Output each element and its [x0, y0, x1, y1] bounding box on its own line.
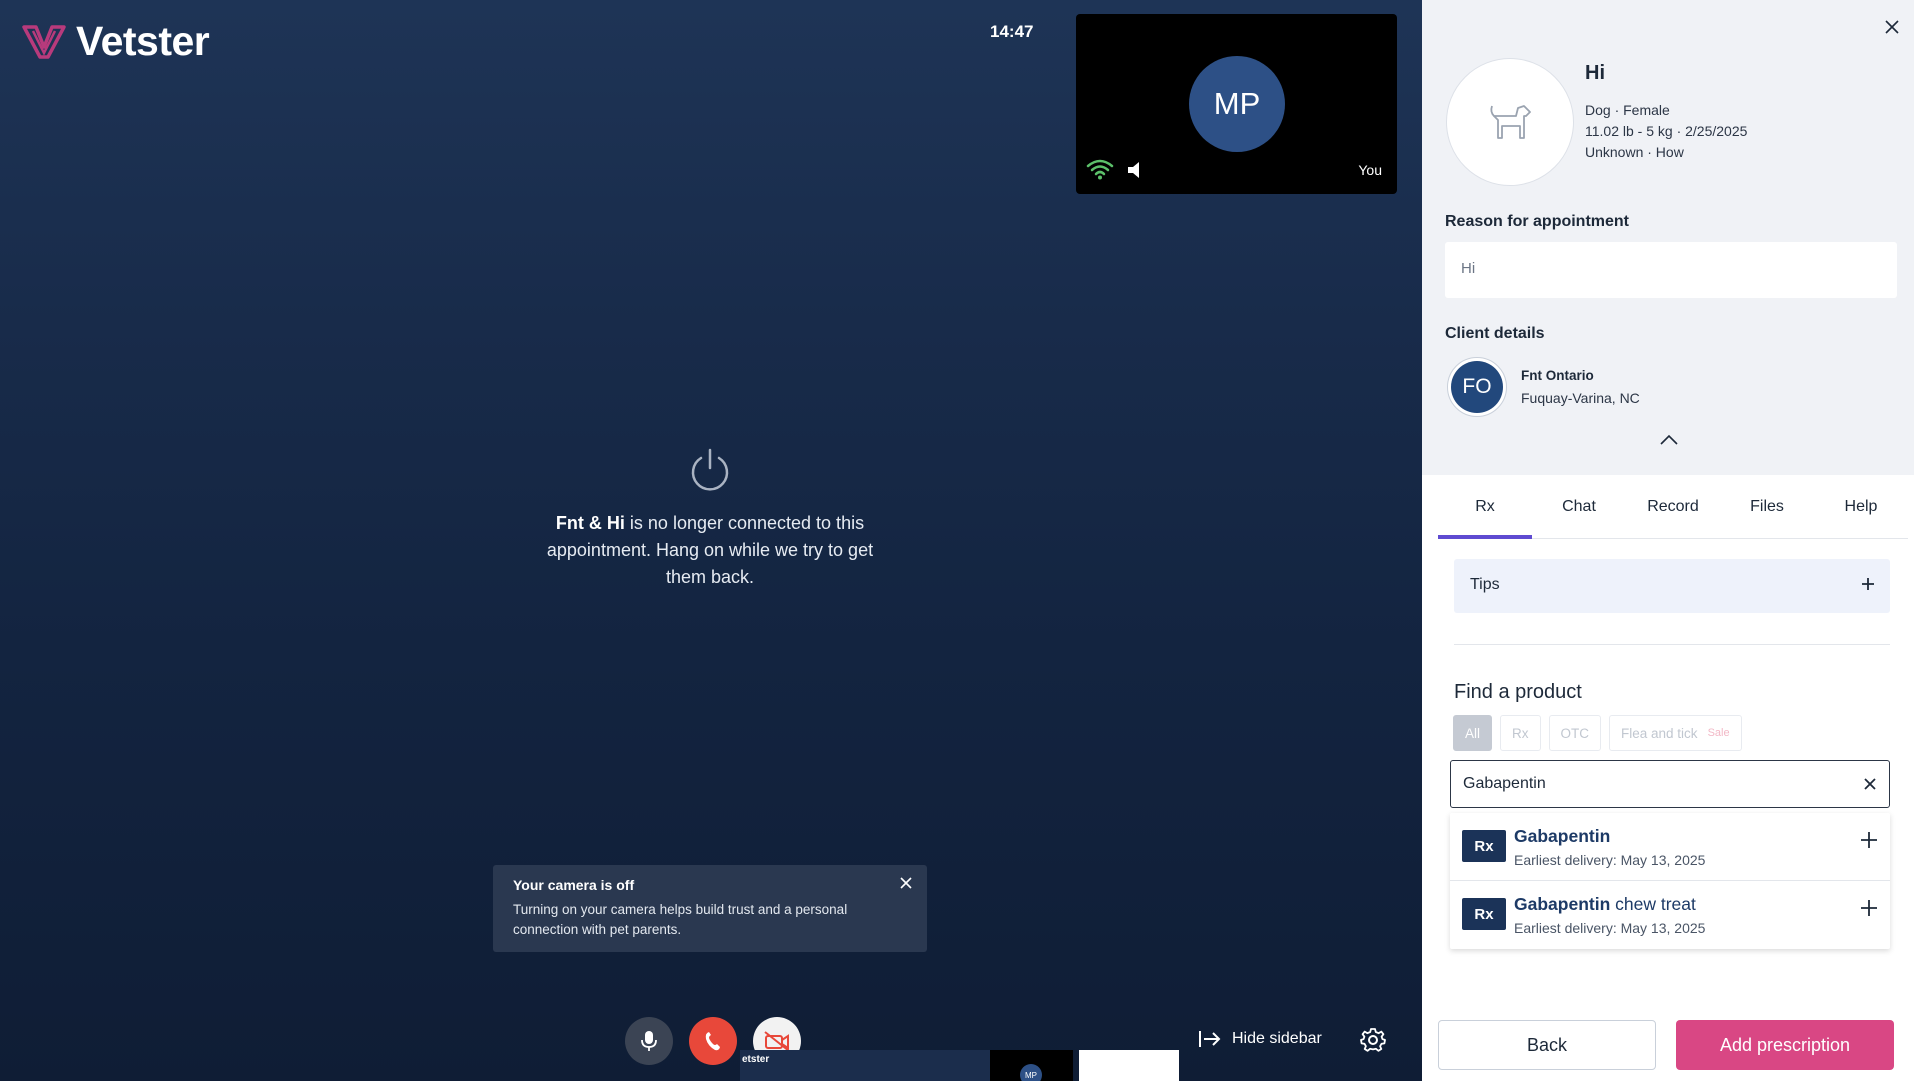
product-search: [1450, 760, 1890, 808]
rx-badge: Rx: [1462, 898, 1506, 930]
result-delivery: Earliest delivery: May 13, 2025: [1514, 920, 1706, 936]
product-search-input[interactable]: [1463, 775, 1863, 793]
back-button[interactable]: Back: [1438, 1020, 1656, 1070]
camera-off-toast: Your camera is off Turning on your camer…: [493, 865, 927, 952]
add-product-icon[interactable]: [1860, 831, 1878, 849]
rx-badge: Rx: [1462, 830, 1506, 862]
product-filter-chips: All Rx OTC Flea and tick Sale: [1453, 715, 1742, 751]
disconnected-names: Fnt & Hi: [555, 513, 625, 533]
camera-off-icon: [764, 1031, 790, 1052]
vetster-wordmark: Vetster: [76, 18, 210, 64]
video-area: Vetster 14:47 MP You Fnt & Hi is no long…: [0, 0, 1422, 1081]
result-delivery: Earliest delivery: May 13, 2025: [1514, 852, 1706, 868]
self-view-label: You: [1358, 162, 1382, 178]
filter-flea-tick-label: Flea and tick: [1621, 725, 1698, 741]
client-name: Fnt Ontario: [1521, 368, 1594, 383]
tab-chat[interactable]: Chat: [1532, 475, 1626, 538]
thumbnail-sidebar: [1079, 1050, 1179, 1081]
phone-icon: [705, 1032, 720, 1051]
vetster-logo: Vetster: [22, 18, 210, 65]
thumbnail-label: etster: [740, 1050, 990, 1081]
close-sidebar-icon[interactable]: [1884, 19, 1900, 35]
speaker-icon[interactable]: [1126, 160, 1144, 180]
tab-files[interactable]: Files: [1720, 475, 1814, 538]
result-name-suffix: chew treat: [1610, 894, 1696, 914]
pet-weight-dob: 11.02 lb - 5 kg · 2/25/2025: [1585, 123, 1748, 139]
find-product-title: Find a product: [1454, 681, 1582, 703]
screen-share-thumbnail: etster MP: [740, 1050, 1179, 1081]
tab-record[interactable]: Record: [1626, 475, 1720, 538]
result-name-match: Gabapentin: [1514, 826, 1611, 846]
toast-title: Your camera is off: [513, 877, 635, 893]
hang-up-button[interactable]: [689, 1017, 737, 1065]
rx-panel: Rx Chat Record Files Help Tips Find a pr…: [1422, 475, 1914, 1081]
expand-plus-icon: [1862, 578, 1874, 590]
call-timer: 14:47: [990, 22, 1034, 41]
settings-gear-icon[interactable]: [1360, 1027, 1386, 1053]
add-prescription-button[interactable]: Add prescription: [1676, 1020, 1894, 1070]
client-avatar: FO: [1447, 357, 1507, 417]
result-name: Gabapentin: [1514, 826, 1610, 847]
dog-icon: [1490, 105, 1531, 139]
tips-accordion[interactable]: Tips: [1454, 559, 1890, 613]
add-product-icon[interactable]: [1860, 899, 1878, 917]
reason-label: Reason for appointment: [1445, 213, 1630, 230]
pet-species-sex: Dog · Female: [1585, 102, 1670, 118]
filter-flea-tick[interactable]: Flea and tick Sale: [1609, 715, 1742, 751]
self-view-tile: MP You: [1076, 14, 1397, 194]
reason-value: Hi: [1445, 242, 1897, 298]
filter-otc[interactable]: OTC: [1548, 715, 1602, 751]
client-initials: FO: [1451, 361, 1503, 413]
pet-breed: Unknown · How: [1585, 144, 1684, 160]
microphone-button[interactable]: [625, 1017, 673, 1065]
hide-sidebar-label: Hide sidebar: [1232, 1030, 1322, 1047]
sidebar-tabs: Rx Chat Record Files Help: [1438, 475, 1908, 539]
pet-name: Hi: [1585, 62, 1605, 84]
power-icon: [691, 448, 729, 491]
tab-help[interactable]: Help: [1814, 475, 1908, 538]
appointment-sidebar: Hi Dog · Female 11.02 lb - 5 kg · 2/25/2…: [1422, 0, 1914, 1081]
result-item[interactable]: Rx Gabapentin chew treat Earliest delive…: [1450, 881, 1890, 949]
vetster-logo-icon: [22, 24, 66, 59]
result-name-match: Gabapentin: [1514, 894, 1611, 914]
self-avatar: MP: [1189, 56, 1285, 152]
wifi-icon: [1086, 159, 1114, 180]
tips-label: Tips: [1470, 576, 1500, 593]
client-details-label: Client details: [1445, 325, 1545, 342]
thumbnail-avatar: MP: [1020, 1064, 1042, 1081]
filter-all[interactable]: All: [1453, 715, 1493, 751]
microphone-icon: [641, 1031, 657, 1051]
tab-rx[interactable]: Rx: [1438, 475, 1532, 539]
pet-avatar: [1446, 58, 1574, 186]
search-results: Rx Gabapentin Earliest delivery: May 13,…: [1450, 813, 1890, 949]
toast-close-icon[interactable]: [899, 876, 913, 890]
collapse-right-icon: [1199, 1031, 1221, 1047]
result-name: Gabapentin chew treat: [1514, 894, 1696, 915]
client-location: Fuquay-Varina, NC: [1521, 390, 1640, 406]
disconnected-status: Fnt & Hi is no longer connected to this …: [540, 446, 880, 591]
thumbnail-self: MP: [990, 1050, 1073, 1081]
hide-sidebar-button[interactable]: Hide sidebar: [1198, 1029, 1322, 1049]
divider: [1454, 644, 1890, 645]
clear-search-icon[interactable]: [1863, 777, 1877, 791]
result-item[interactable]: Rx Gabapentin Earliest delivery: May 13,…: [1450, 813, 1890, 881]
filter-rx[interactable]: Rx: [1500, 715, 1541, 751]
toast-body: Turning on your camera helps build trust…: [513, 902, 848, 937]
sale-tag: Sale: [1707, 727, 1730, 739]
chevron-up-icon[interactable]: [1660, 434, 1678, 446]
